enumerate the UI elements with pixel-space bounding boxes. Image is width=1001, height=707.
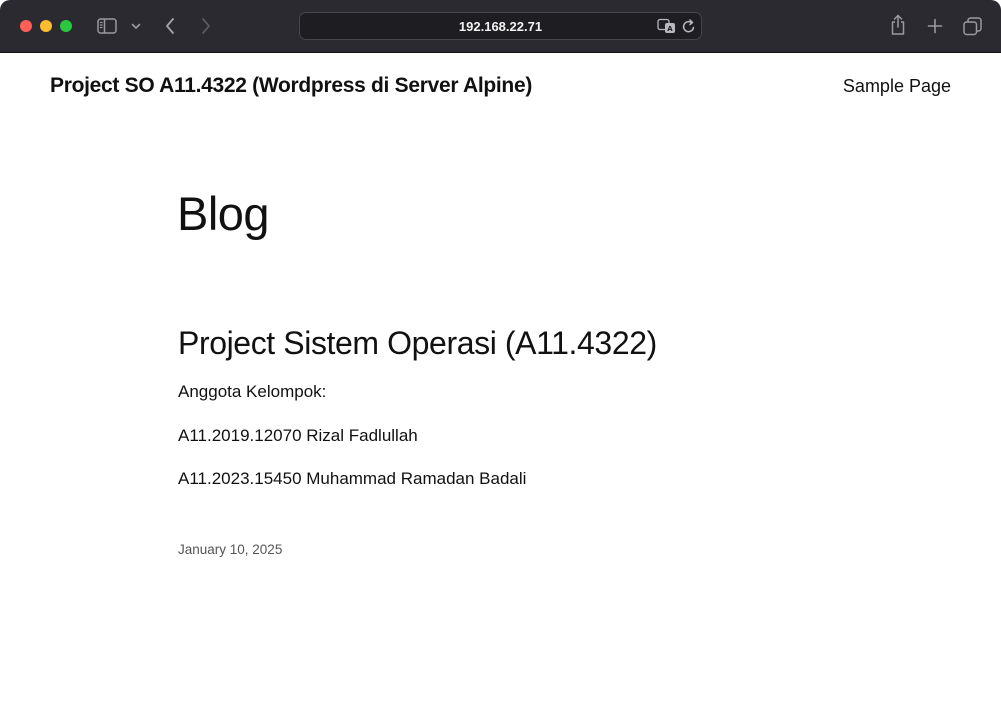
post-date[interactable]: January 10, 2025	[178, 542, 282, 557]
site-title[interactable]: Project SO A11.4322 (Wordpress di Server…	[50, 74, 532, 98]
reload-icon[interactable]	[681, 17, 697, 35]
minimize-window-button[interactable]	[40, 20, 52, 32]
translate-icon[interactable]: A	[657, 17, 677, 35]
plus-icon[interactable]	[924, 15, 946, 37]
share-icon[interactable]	[888, 13, 908, 37]
address-bar[interactable]: 192.168.22.71	[299, 12, 702, 40]
post-paragraph: Anggota Kelompok:	[178, 382, 327, 401]
post-paragraph: A11.2023.15450 Muhammad Ramadan Badali	[178, 469, 527, 488]
sidebar-icon[interactable]	[96, 16, 118, 36]
close-window-button[interactable]	[20, 20, 32, 32]
chevron-left-icon[interactable]	[160, 15, 180, 37]
post-title[interactable]: Project Sistem Operasi (A11.4322)	[178, 325, 657, 362]
browser-window: 192.168.22.71 A Project SO A11.4322 (Wor…	[0, 0, 1001, 707]
browser-toolbar: 192.168.22.71 A	[0, 0, 1001, 53]
web-page: Project SO A11.4322 (Wordpress di Server…	[0, 53, 1001, 707]
chevron-right-icon[interactable]	[196, 15, 216, 37]
page-title: Blog	[177, 187, 270, 240]
address-bar-url: 192.168.22.71	[458, 19, 543, 34]
nav-link-sample-page[interactable]: Sample Page	[843, 76, 951, 97]
svg-text:A: A	[667, 25, 673, 33]
maximize-window-button[interactable]	[60, 20, 72, 32]
tabs-icon[interactable]	[961, 15, 983, 37]
post-paragraph: A11.2019.12070 Rizal Fadlullah	[178, 426, 418, 445]
chevron-down-icon[interactable]	[128, 18, 144, 34]
